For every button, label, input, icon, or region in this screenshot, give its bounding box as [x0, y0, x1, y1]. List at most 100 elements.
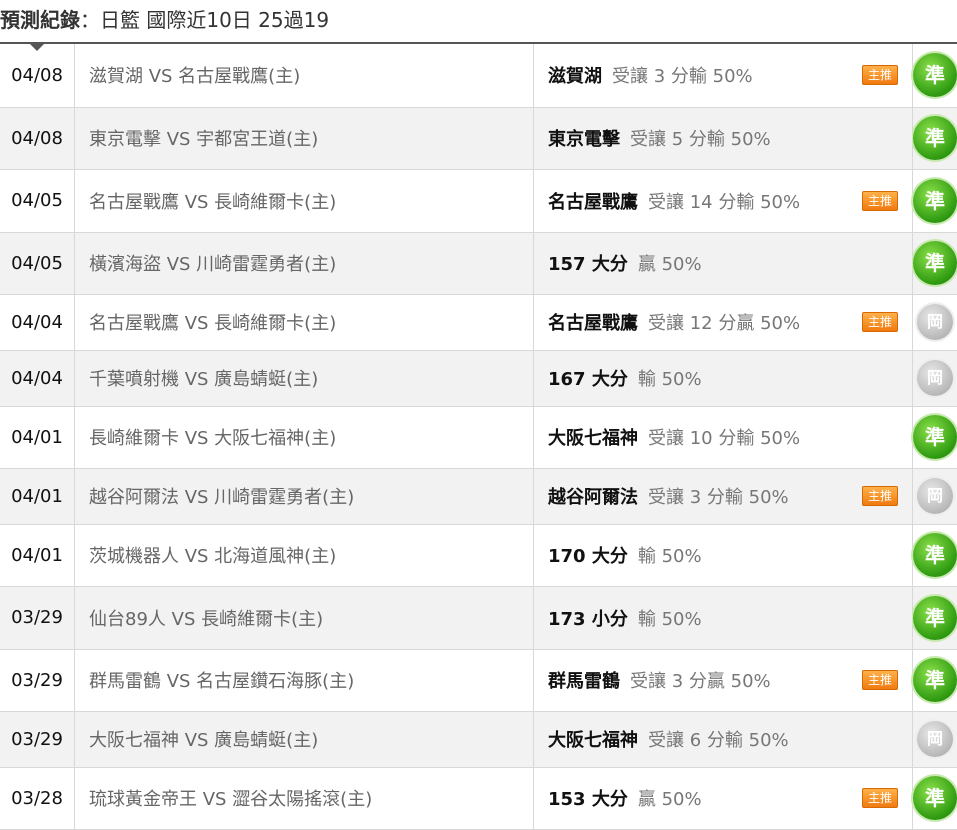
row-pick-detail: 受讓 3 分贏 50% — [630, 671, 771, 692]
row-pick: 173 小分 — [548, 609, 628, 630]
row-match: 名古屋戰鷹 VS 長崎維爾卡(主) — [75, 294, 534, 350]
row-pick-detail: 輸 50% — [638, 369, 702, 390]
main-pick-badge: 主推 — [862, 670, 898, 690]
table-row[interactable]: 04/01長崎維爾卡 VS 大阪七福神(主)大阪七福神受讓 10 分輸 50%準 — [0, 406, 957, 468]
row-pick: 名古屋戰鷹 — [548, 313, 638, 334]
row-pick: 東京電擊 — [548, 129, 620, 150]
row-pick-cell: 滋賀湖受讓 3 分輸 50% 主推 — [534, 44, 913, 107]
result-win-icon: 準 — [913, 533, 957, 577]
row-match: 長崎維爾卡 VS 大阪七福神(主) — [75, 406, 534, 468]
result-win-icon: 準 — [913, 116, 957, 160]
row-pick-cell: 170 大分輸 50% — [534, 524, 913, 586]
row-result-cell: 岡 — [913, 711, 957, 767]
table-row[interactable]: 04/01茨城機器人 VS 北海道風神(主)170 大分輸 50%準 — [0, 524, 957, 586]
table-row[interactable]: 03/29仙台89人 VS 長崎維爾卡(主)173 小分輸 50%準 — [0, 586, 957, 649]
prediction-table: 04/08滋賀湖 VS 名古屋戰鷹(主)滋賀湖受讓 3 分輸 50%主推準04/… — [0, 44, 957, 830]
row-date: 04/04 — [0, 350, 75, 406]
row-date: 03/29 — [0, 649, 75, 711]
result-win-icon: 準 — [913, 658, 957, 702]
result-push-icon: 岡 — [917, 304, 953, 340]
caret-down-icon — [29, 43, 45, 51]
row-pick: 170 大分 — [548, 546, 628, 567]
row-date: 04/01 — [0, 524, 75, 586]
row-pick-detail: 贏 50% — [638, 789, 702, 810]
row-match: 千葉噴射機 VS 廣島蜻蜓(主) — [75, 350, 534, 406]
row-match: 仙台89人 VS 長崎維爾卡(主) — [75, 586, 534, 649]
row-result-cell: 岡 — [913, 350, 957, 406]
main-pick-badge: 主推 — [862, 312, 898, 332]
row-pick: 大阪七福神 — [548, 730, 638, 751]
row-date: 04/05 — [0, 169, 75, 232]
row-result-cell: 準 — [913, 169, 957, 232]
row-result-cell: 準 — [913, 767, 957, 829]
row-result-cell: 準 — [913, 44, 957, 107]
row-pick: 名古屋戰鷹 — [548, 192, 638, 213]
row-pick-cell: 167 大分輸 50% — [534, 350, 913, 406]
table-row[interactable]: 04/04千葉噴射機 VS 廣島蜻蜓(主)167 大分輸 50%岡 — [0, 350, 957, 406]
table-row[interactable]: 04/01越谷阿爾法 VS 川崎雷霆勇者(主)越谷阿爾法受讓 3 分輸 50%主… — [0, 468, 957, 524]
table-row[interactable]: 04/05橫濱海盜 VS 川崎雷霆勇者(主)157 大分贏 50%準 — [0, 232, 957, 294]
main-pick-badge: 主推 — [862, 65, 898, 85]
table-row[interactable]: 04/04名古屋戰鷹 VS 長崎維爾卡(主) 名古屋戰鷹受讓 12 分贏 50% 主… — [0, 294, 957, 350]
row-pick: 153 大分 — [548, 789, 628, 810]
row-match: 茨城機器人 VS 北海道風神(主) — [75, 524, 534, 586]
result-push-icon: 岡 — [917, 360, 953, 396]
row-date: 04/08 — [0, 44, 75, 107]
result-win-icon: 準 — [913, 179, 957, 223]
table-row[interactable]: 04/08東京電擊 VS 宇都宮王道(主) 東京電擊受讓 5 分輸 50% 準 — [0, 107, 957, 169]
page-header: 預測紀錄：日籃 國際近10日 25過19 — [0, 0, 957, 44]
result-win-icon: 準 — [913, 53, 957, 97]
table-row[interactable]: 03/29大阪七福神 VS 廣島蜻蜓(主)大阪七福神受讓 6 分輸 50%岡 — [0, 711, 957, 767]
row-match: 東京電擊 VS 宇都宮王道(主) — [75, 107, 534, 169]
row-pick-cell: 名古屋戰鷹受讓 12 分贏 50% 主推 — [534, 294, 913, 350]
row-date: 03/29 — [0, 586, 75, 649]
result-win-icon: 準 — [913, 596, 957, 640]
row-pick-detail: 輸 50% — [638, 609, 702, 630]
row-pick-cell: 越谷阿爾法受讓 3 分輸 50% 主推 — [534, 468, 913, 524]
row-result-cell: 準 — [913, 649, 957, 711]
row-date: 04/04 — [0, 294, 75, 350]
row-result-cell: 準 — [913, 406, 957, 468]
table-row[interactable]: 04/05名古屋戰鷹 VS 長崎維爾卡(主)名古屋戰鷹受讓 14 分輸 50%主… — [0, 169, 957, 232]
row-pick-detail: 輸 50% — [638, 546, 702, 567]
main-pick-badge: 主推 — [862, 486, 898, 506]
row-pick-cell: 173 小分輸 50% — [534, 586, 913, 649]
result-win-icon: 準 — [913, 241, 957, 285]
row-pick-cell: 157 大分贏 50% — [534, 232, 913, 294]
row-pick: 157 大分 — [548, 254, 628, 275]
row-match: 琉球黃金帝王 VS 澀谷太陽搖滾(主) — [75, 767, 534, 829]
row-pick: 越谷阿爾法 — [548, 487, 638, 508]
row-match: 群馬雷鶴 VS 名古屋鑽石海豚(主) — [75, 649, 534, 711]
title-colon: ： — [80, 8, 100, 32]
row-result-cell: 岡 — [913, 294, 957, 350]
result-win-icon: 準 — [913, 415, 957, 459]
row-result-cell: 準 — [913, 586, 957, 649]
row-pick-cell: 大阪七福神受讓 10 分輸 50% — [534, 406, 913, 468]
table-row[interactable]: 04/08滋賀湖 VS 名古屋戰鷹(主) 滋賀湖受讓 3 分輸 50% 主推準 — [0, 44, 957, 107]
table-row[interactable]: 03/28琉球黃金帝王 VS 澀谷太陽搖滾(主)153 大分贏 50%主推準 — [0, 767, 957, 829]
row-date: 04/01 — [0, 406, 75, 468]
row-result-cell: 準 — [913, 107, 957, 169]
row-date: 03/29 — [0, 711, 75, 767]
row-date: 04/05 — [0, 232, 75, 294]
row-result-cell: 準 — [913, 524, 957, 586]
table-row[interactable]: 03/29群馬雷鶴 VS 名古屋鑽石海豚(主) 群馬雷鶴受讓 3 分贏 50% 主推… — [0, 649, 957, 711]
row-pick-detail: 受讓 3 分輸 50% — [612, 66, 753, 87]
page-title: 預測紀錄：日籃 國際近10日 25過19 — [0, 4, 329, 33]
row-date: 04/08 — [0, 107, 75, 169]
main-pick-badge: 主推 — [862, 788, 898, 808]
row-pick: 滋賀湖 — [548, 66, 602, 87]
row-pick: 群馬雷鶴 — [548, 671, 620, 692]
result-push-icon: 岡 — [917, 721, 953, 757]
row-pick-detail: 贏 50% — [638, 254, 702, 275]
row-pick-detail: 受讓 5 分輸 50% — [630, 129, 771, 150]
main-pick-badge: 主推 — [862, 191, 898, 211]
row-pick: 167 大分 — [548, 369, 628, 390]
row-result-cell: 岡 — [913, 468, 957, 524]
row-pick-detail: 受讓 3 分輸 50% — [648, 487, 789, 508]
row-match: 大阪七福神 VS 廣島蜻蜓(主) — [75, 711, 534, 767]
row-match: 名古屋戰鷹 VS 長崎維爾卡(主) — [75, 169, 534, 232]
row-result-cell: 準 — [913, 232, 957, 294]
row-pick-detail: 受讓 12 分贏 50% — [648, 313, 800, 334]
row-match: 滋賀湖 VS 名古屋戰鷹(主) — [75, 44, 534, 107]
